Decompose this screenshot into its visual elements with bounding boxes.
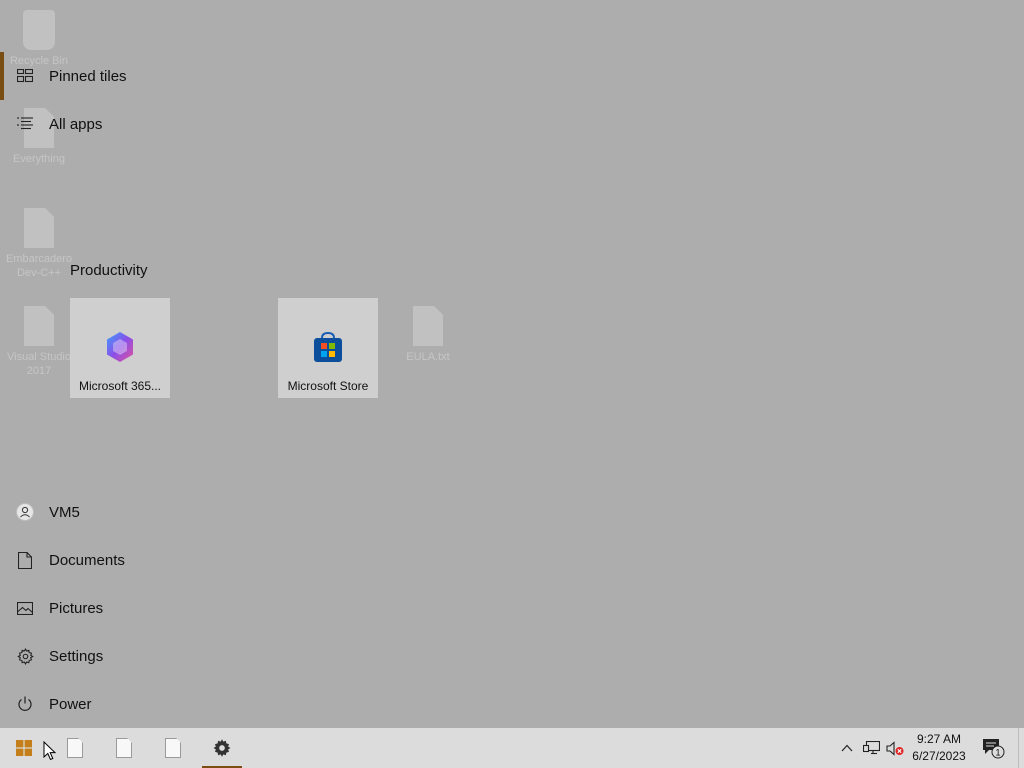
- tile-group-title: Productivity: [70, 262, 148, 279]
- clock-time: 9:27 AM: [916, 732, 962, 746]
- rail-item-label: All apps: [49, 115, 103, 133]
- volume-muted-icon: [886, 740, 904, 756]
- rail-item-label: Power: [49, 695, 92, 713]
- desktop-icon-dev-cpp[interactable]: Embarcadero Dev-C++: [4, 208, 74, 280]
- action-center-button[interactable]: 1: [978, 728, 1008, 768]
- power-icon: [16, 695, 34, 713]
- rail-item-power[interactable]: Power: [0, 682, 200, 726]
- rail-item-user[interactable]: VM5: [0, 490, 200, 534]
- show-hidden-icons-button[interactable]: [837, 728, 857, 768]
- clock-date: 6/27/2023: [912, 749, 966, 763]
- windows-logo-icon: [16, 740, 32, 756]
- mouse-cursor-icon: [43, 741, 57, 761]
- rail-item-all-apps[interactable]: All apps: [0, 102, 200, 146]
- file-icon: [413, 306, 443, 346]
- taskbar: 9:27 AM 6/27/2023 1: [0, 728, 1024, 768]
- tile-label: Microsoft 365...: [78, 379, 162, 393]
- rail-item-label: Pictures: [49, 599, 104, 617]
- rail-item-settings[interactable]: Settings: [0, 634, 200, 678]
- start-button[interactable]: [0, 728, 48, 768]
- tiles-icon: [16, 67, 34, 85]
- desktop-icon-eula[interactable]: EULA.txt: [393, 306, 463, 364]
- taskbar-app-1[interactable]: [51, 728, 99, 768]
- rail-item-label: Pinned tiles: [49, 67, 127, 85]
- clock[interactable]: 9:27 AM 6/27/2023: [905, 731, 973, 765]
- microsoft-365-icon: [107, 332, 133, 362]
- rail-item-documents[interactable]: Documents: [0, 538, 200, 582]
- taskbar-app-3[interactable]: [149, 728, 197, 768]
- desktop-icon-visual-studio[interactable]: Visual Studio 2017: [4, 306, 74, 378]
- microsoft-store-icon: [314, 331, 342, 362]
- gear-icon: [16, 647, 34, 665]
- rail-item-label: VM5: [49, 503, 80, 521]
- file-icon: [67, 738, 83, 758]
- file-icon: [24, 208, 54, 248]
- user-icon: [16, 503, 34, 521]
- show-desktop-button[interactable]: [1018, 728, 1024, 768]
- file-icon: [165, 738, 181, 758]
- notification-icon: 1: [983, 739, 1005, 759]
- network-icon: [862, 740, 880, 754]
- network-button[interactable]: [860, 728, 882, 768]
- tile-microsoft-365[interactable]: Microsoft 365...: [70, 298, 170, 398]
- volume-button[interactable]: [884, 728, 906, 768]
- document-icon: [16, 551, 34, 569]
- tile-microsoft-store[interactable]: Microsoft Store: [278, 298, 378, 398]
- taskbar-settings[interactable]: [198, 728, 246, 768]
- pictures-icon: [16, 599, 34, 617]
- gear-icon: [213, 739, 231, 757]
- file-icon: [24, 306, 54, 346]
- taskbar-app-2[interactable]: [100, 728, 148, 768]
- recycle-bin-icon: [23, 10, 55, 50]
- rail-item-pinned-tiles[interactable]: Pinned tiles: [0, 54, 200, 98]
- list-icon: [16, 115, 34, 133]
- rail-item-label: Settings: [49, 647, 104, 665]
- rail-item-label: Documents: [49, 551, 125, 569]
- tile-label: Microsoft Store: [287, 379, 369, 393]
- notification-count: 1: [995, 748, 1000, 758]
- rail-item-pictures[interactable]: Pictures: [0, 586, 200, 630]
- chevron-up-icon: [841, 744, 853, 752]
- file-icon: [116, 738, 132, 758]
